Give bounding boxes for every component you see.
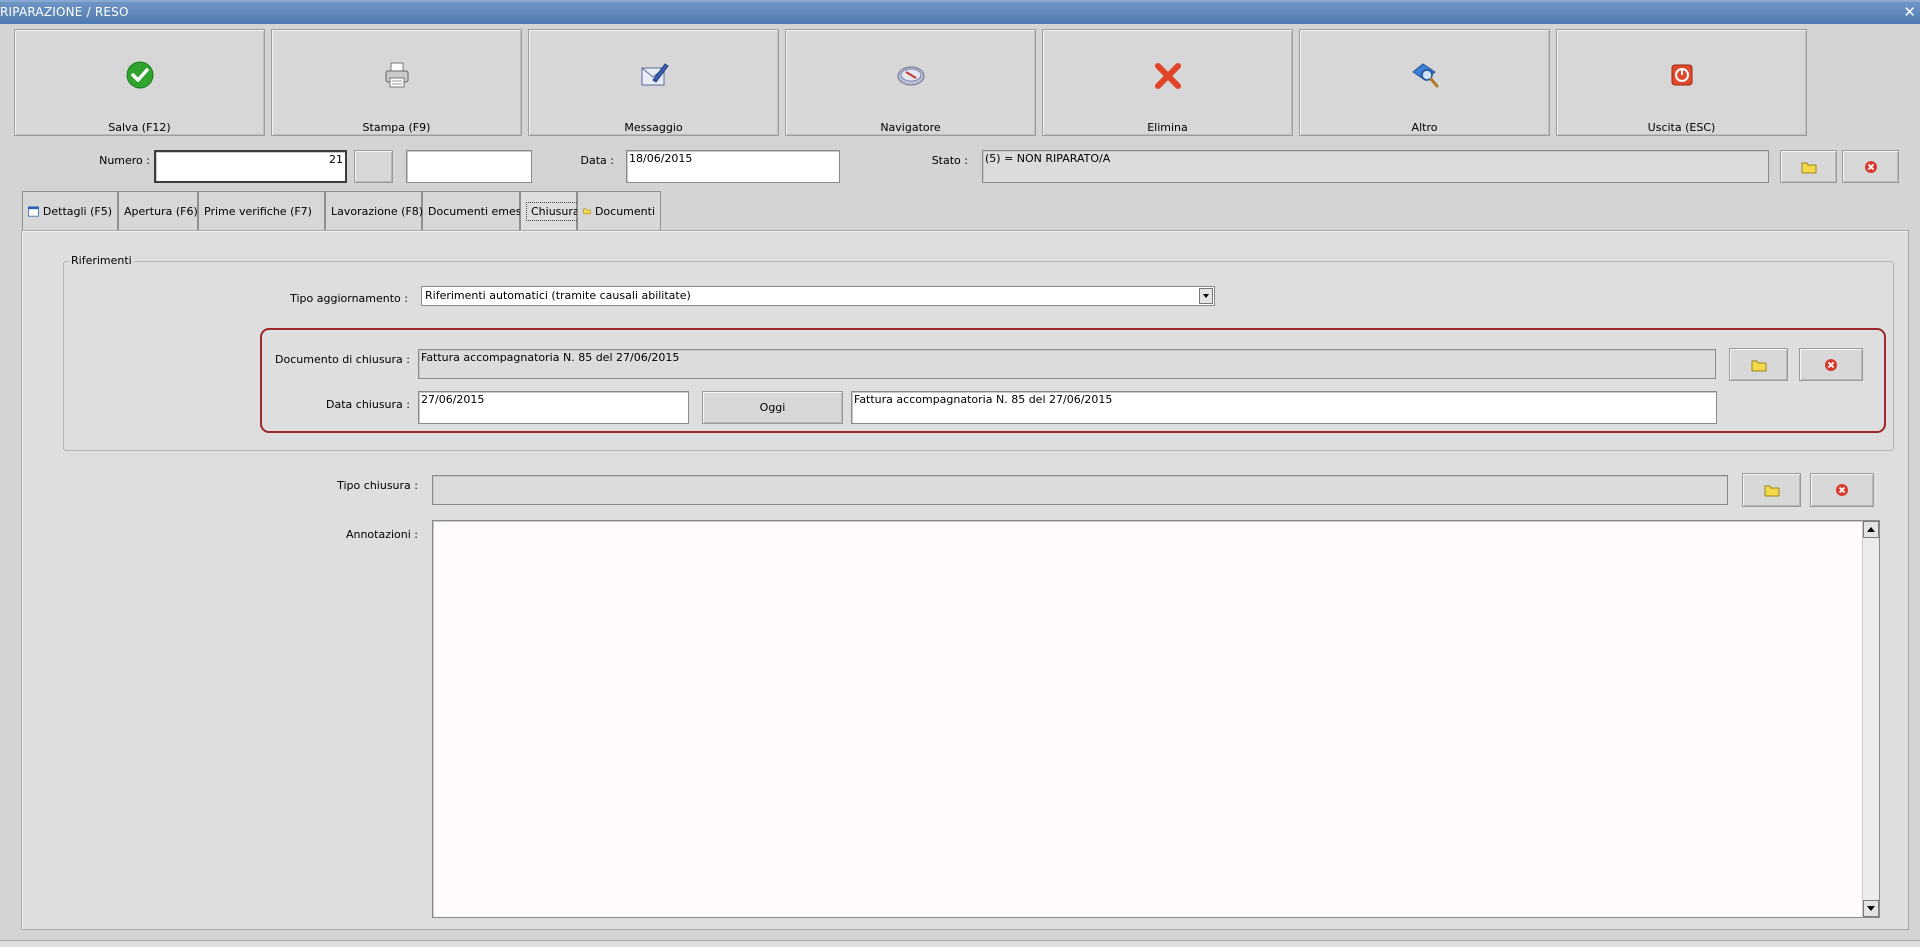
numero-lookup-button[interactable] xyxy=(354,150,393,183)
navigator-button[interactable]: Navigatore xyxy=(785,29,1036,136)
exit-button[interactable]: Uscita (ESC) xyxy=(1556,29,1807,136)
data-label: Data : xyxy=(580,154,614,167)
documento-clear-button[interactable] xyxy=(1799,348,1863,381)
close-icon[interactable]: ✕ xyxy=(1903,3,1916,21)
tipo-aggiornamento-value: Riferimenti automatici (tramite causali … xyxy=(425,289,691,302)
magnifier-icon xyxy=(1411,63,1438,88)
window-icon xyxy=(28,205,39,217)
stato-field: (5) = NON RIPARATO/A xyxy=(982,150,1769,183)
stato-label: Stato : xyxy=(931,154,968,167)
tab-documenti-label: Documenti xyxy=(594,204,655,218)
printer-icon xyxy=(385,62,408,88)
tab-prime-verifiche-label: Prime verifiche (F7) xyxy=(204,204,312,218)
tipo-chiusura-field xyxy=(432,475,1728,505)
envelope-pen-icon xyxy=(641,63,669,86)
clear-icon xyxy=(1836,484,1848,496)
documento-open-button[interactable] xyxy=(1729,348,1788,381)
documento-chiusura-field: Fattura accompagnatoria N. 85 del 27/06/… xyxy=(418,349,1716,379)
delete-x-icon xyxy=(1154,63,1181,89)
stato-open-button[interactable] xyxy=(1780,150,1837,183)
data-field[interactable]: 18/06/2015 xyxy=(626,150,840,183)
clear-icon xyxy=(1864,160,1877,173)
annotazioni-label: Annotazioni : xyxy=(345,528,418,541)
tipo-chiusura-label: Tipo chiusura : xyxy=(337,479,418,492)
numero-label: Numero : xyxy=(99,154,150,167)
tab-chiusura[interactable]: Chiusura xyxy=(520,191,585,231)
window-titlebar: RIPARAZIONE / RESO ✕ xyxy=(0,0,1920,24)
tipo-aggiornamento-label: Tipo aggiornamento : xyxy=(290,292,408,305)
tab-apertura[interactable]: Apertura (F6) xyxy=(118,191,198,230)
clear-icon xyxy=(1825,358,1837,371)
power-icon xyxy=(1671,64,1692,86)
tab-prime-verifiche[interactable]: Prime verifiche (F7) xyxy=(198,191,325,230)
folder-icon xyxy=(1801,162,1816,173)
message-button-label: Messaggio xyxy=(624,121,683,134)
documento-chiusura-label: Documento di chiusura : xyxy=(275,353,410,366)
oggi-button[interactable]: Oggi xyxy=(702,391,843,424)
tab-documenti-emessi[interactable]: Documenti emessi xyxy=(422,191,530,230)
scroll-down-icon[interactable] xyxy=(1863,900,1879,917)
data-chiusura-field[interactable]: 27/06/2015 xyxy=(418,391,689,424)
navigator-button-label: Navigatore xyxy=(880,121,941,134)
tab-chiusura-label: Chiusura xyxy=(526,202,585,221)
riferimenti-legend: Riferimenti xyxy=(69,254,134,267)
tab-apertura-label: Apertura (F6) xyxy=(124,204,198,218)
data-chiusura-label: Data chiusura : xyxy=(326,398,410,411)
tab-dettagli[interactable]: Dettagli (F5) xyxy=(22,191,118,230)
chevron-down-icon[interactable] xyxy=(1199,288,1213,304)
tipo-chiusura-clear-button[interactable] xyxy=(1810,473,1874,507)
more-button[interactable]: Altro xyxy=(1299,29,1550,136)
descrizione-chiusura-field[interactable]: Fattura accompagnatoria N. 85 del 27/06/… xyxy=(851,391,1717,424)
numero-field[interactable]: 21 xyxy=(154,150,347,183)
delete-button-label: Elimina xyxy=(1147,121,1188,134)
exit-button-label: Uscita (ESC) xyxy=(1647,121,1716,134)
compass-icon xyxy=(897,66,924,86)
delete-button[interactable]: Elimina xyxy=(1042,29,1293,136)
tipo-chiusura-open-button[interactable] xyxy=(1742,473,1801,507)
tab-lavorazione[interactable]: Lavorazione (F8) xyxy=(325,191,424,230)
more-button-label: Altro xyxy=(1411,121,1438,134)
tab-documenti[interactable]: Documenti xyxy=(577,191,661,230)
save-button-label: Salva (F12) xyxy=(108,121,171,134)
folder-icon xyxy=(1751,360,1766,371)
print-button[interactable]: Stampa (F9) xyxy=(271,29,522,136)
tab-lavorazione-label: Lavorazione (F8) xyxy=(331,204,424,218)
window-title: RIPARAZIONE / RESO xyxy=(0,5,129,19)
message-button[interactable]: Messaggio xyxy=(528,29,779,136)
tipo-aggiornamento-select[interactable]: Riferimenti automatici (tramite causali … xyxy=(421,286,1215,306)
folder-icon xyxy=(583,208,591,215)
tab-documenti-emessi-label: Documenti emessi xyxy=(428,204,531,218)
annotazioni-scrollbar[interactable] xyxy=(1862,521,1879,917)
status-bar xyxy=(0,940,1920,947)
check-icon xyxy=(126,61,153,89)
print-button-label: Stampa (F9) xyxy=(362,121,431,134)
folder-icon xyxy=(1764,485,1779,497)
numero-extra-field[interactable] xyxy=(406,150,532,183)
tab-dettagli-label: Dettagli (F5) xyxy=(42,204,112,218)
annotazioni-textarea[interactable] xyxy=(432,520,1880,918)
stato-clear-button[interactable] xyxy=(1842,150,1899,183)
scroll-up-icon[interactable] xyxy=(1863,521,1879,538)
save-button[interactable]: Salva (F12) xyxy=(14,29,265,136)
